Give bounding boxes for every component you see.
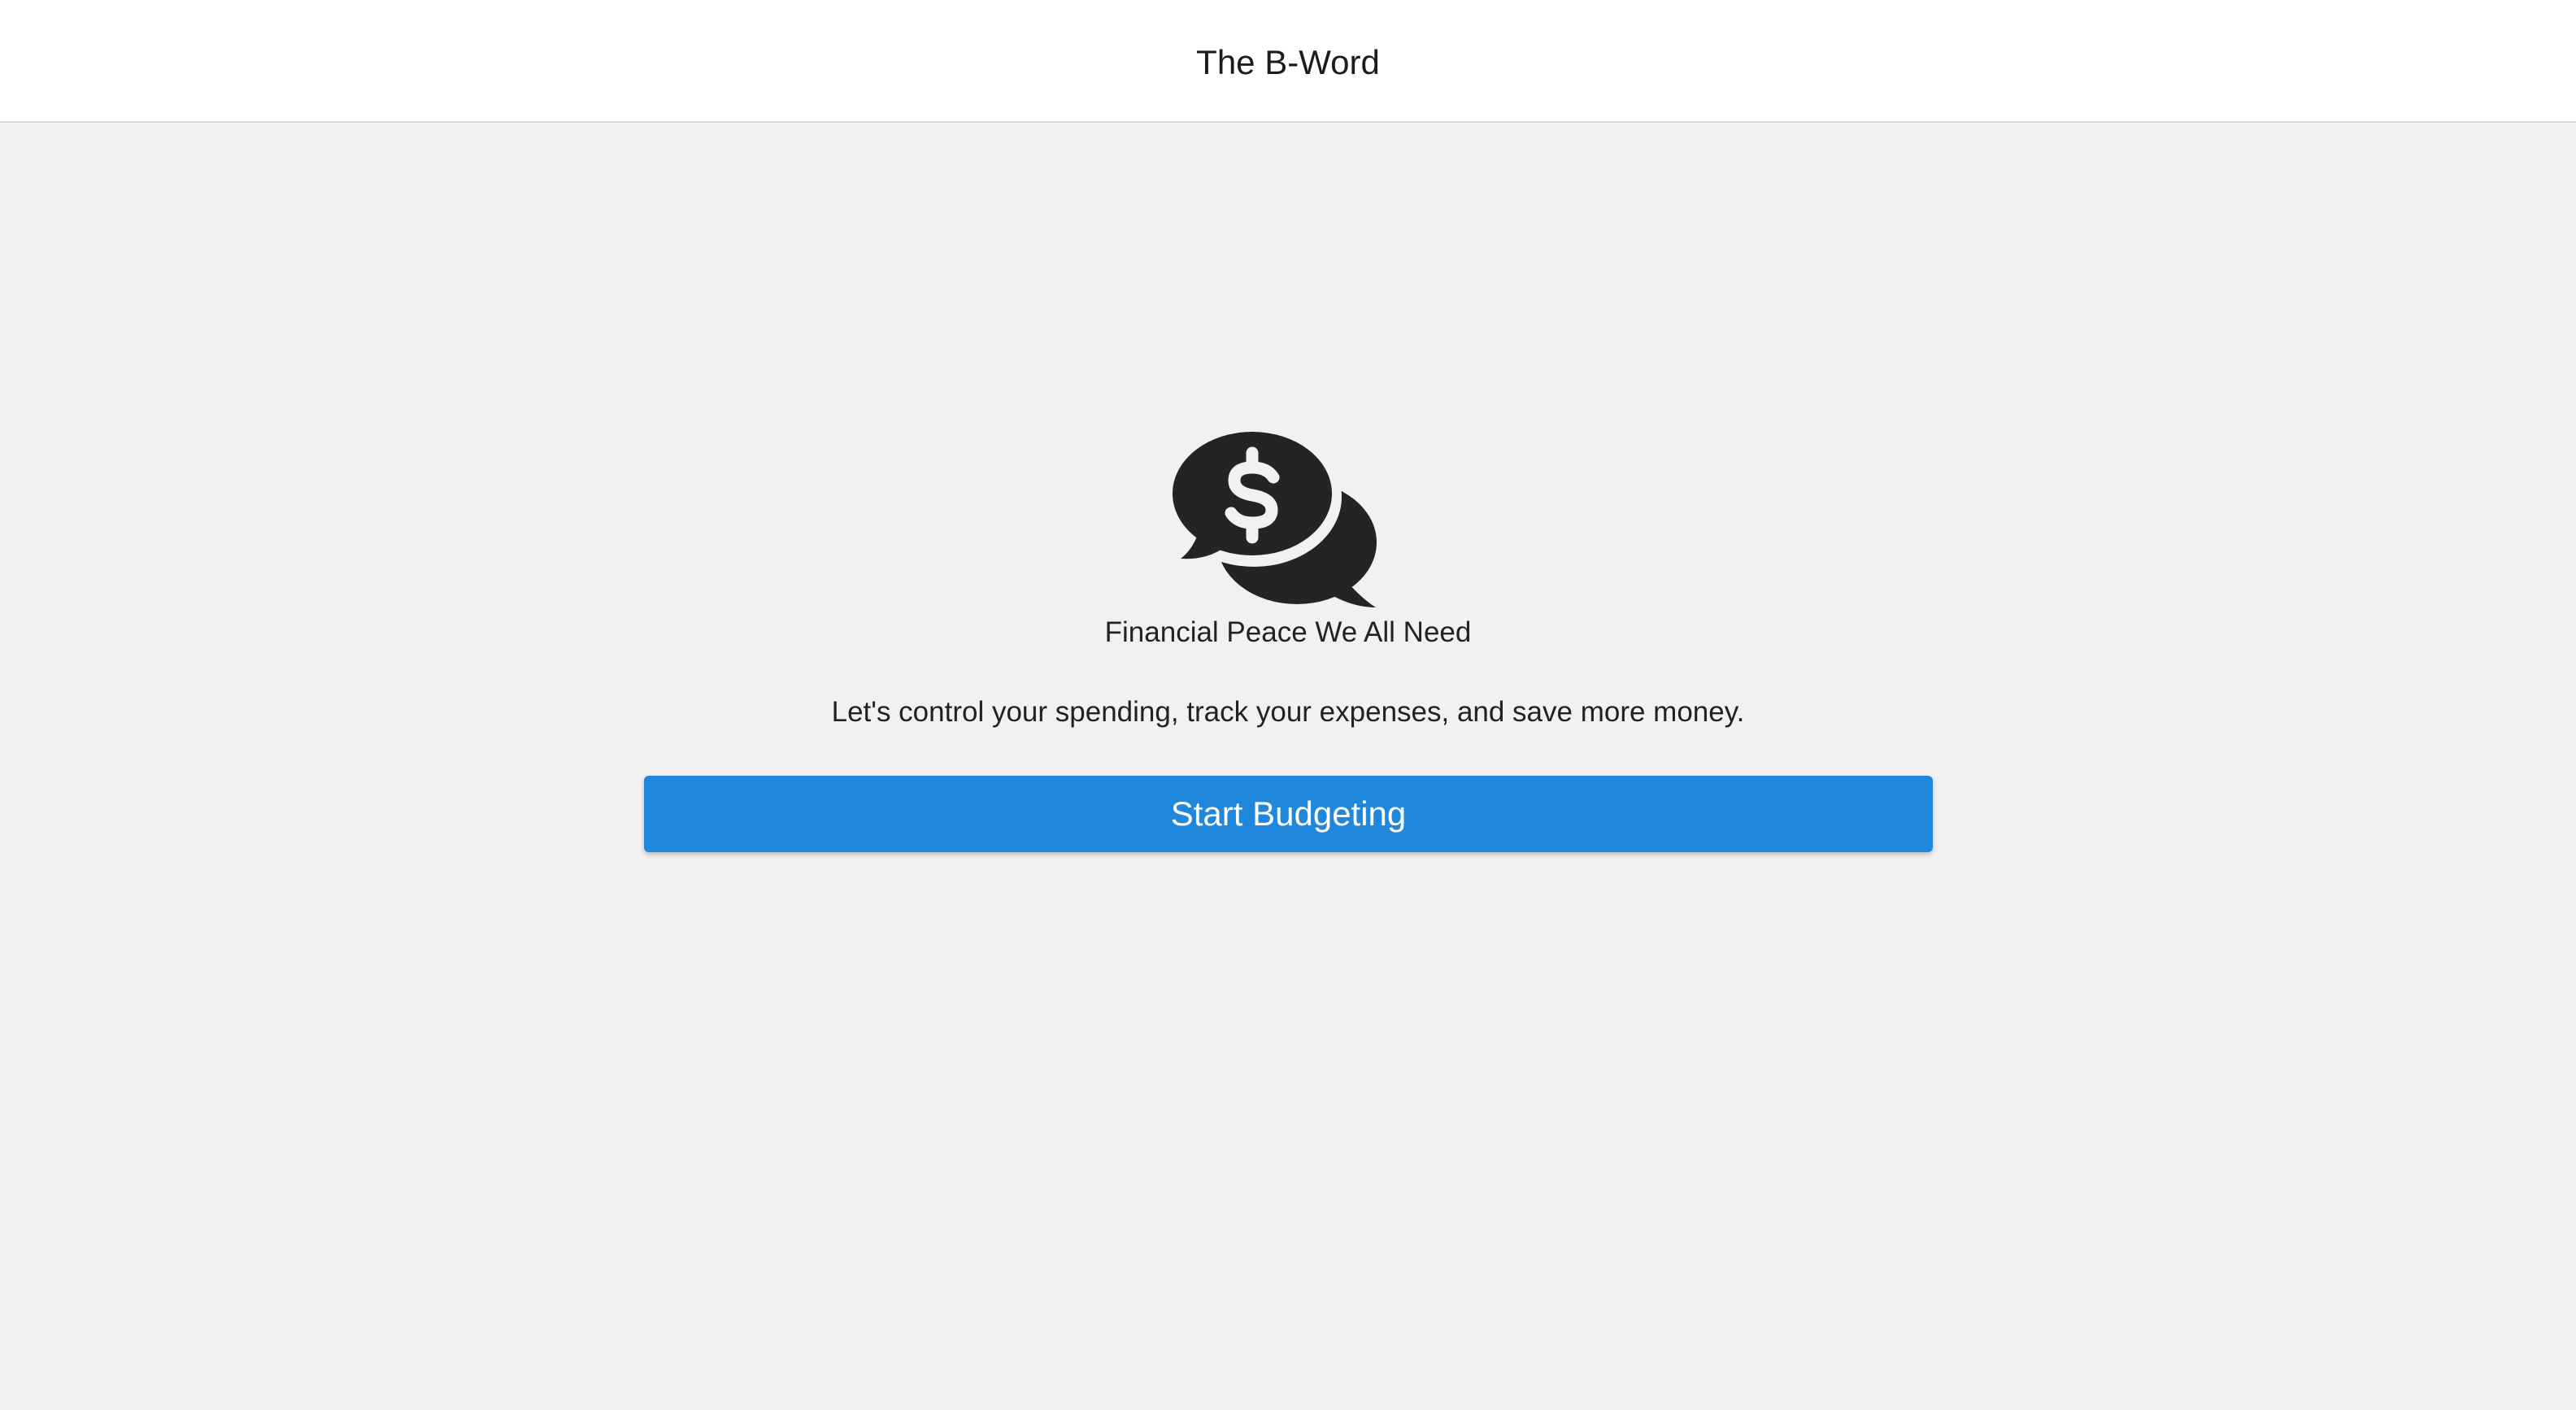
dollar-sign [1225, 446, 1280, 544]
tagline: Financial Peace We All Need [1104, 616, 1472, 648]
hero-section: Financial Peace We All Need Let's contro… [0, 124, 2576, 1410]
start-budgeting-button[interactable]: Start Budgeting [644, 776, 1933, 852]
description-text: Let's control your spending, track your … [831, 696, 1745, 728]
comments-dollar-icon [1171, 429, 1377, 607]
app-title: The B-Word [1196, 42, 1380, 81]
app-header: The B-Word [0, 0, 2576, 123]
